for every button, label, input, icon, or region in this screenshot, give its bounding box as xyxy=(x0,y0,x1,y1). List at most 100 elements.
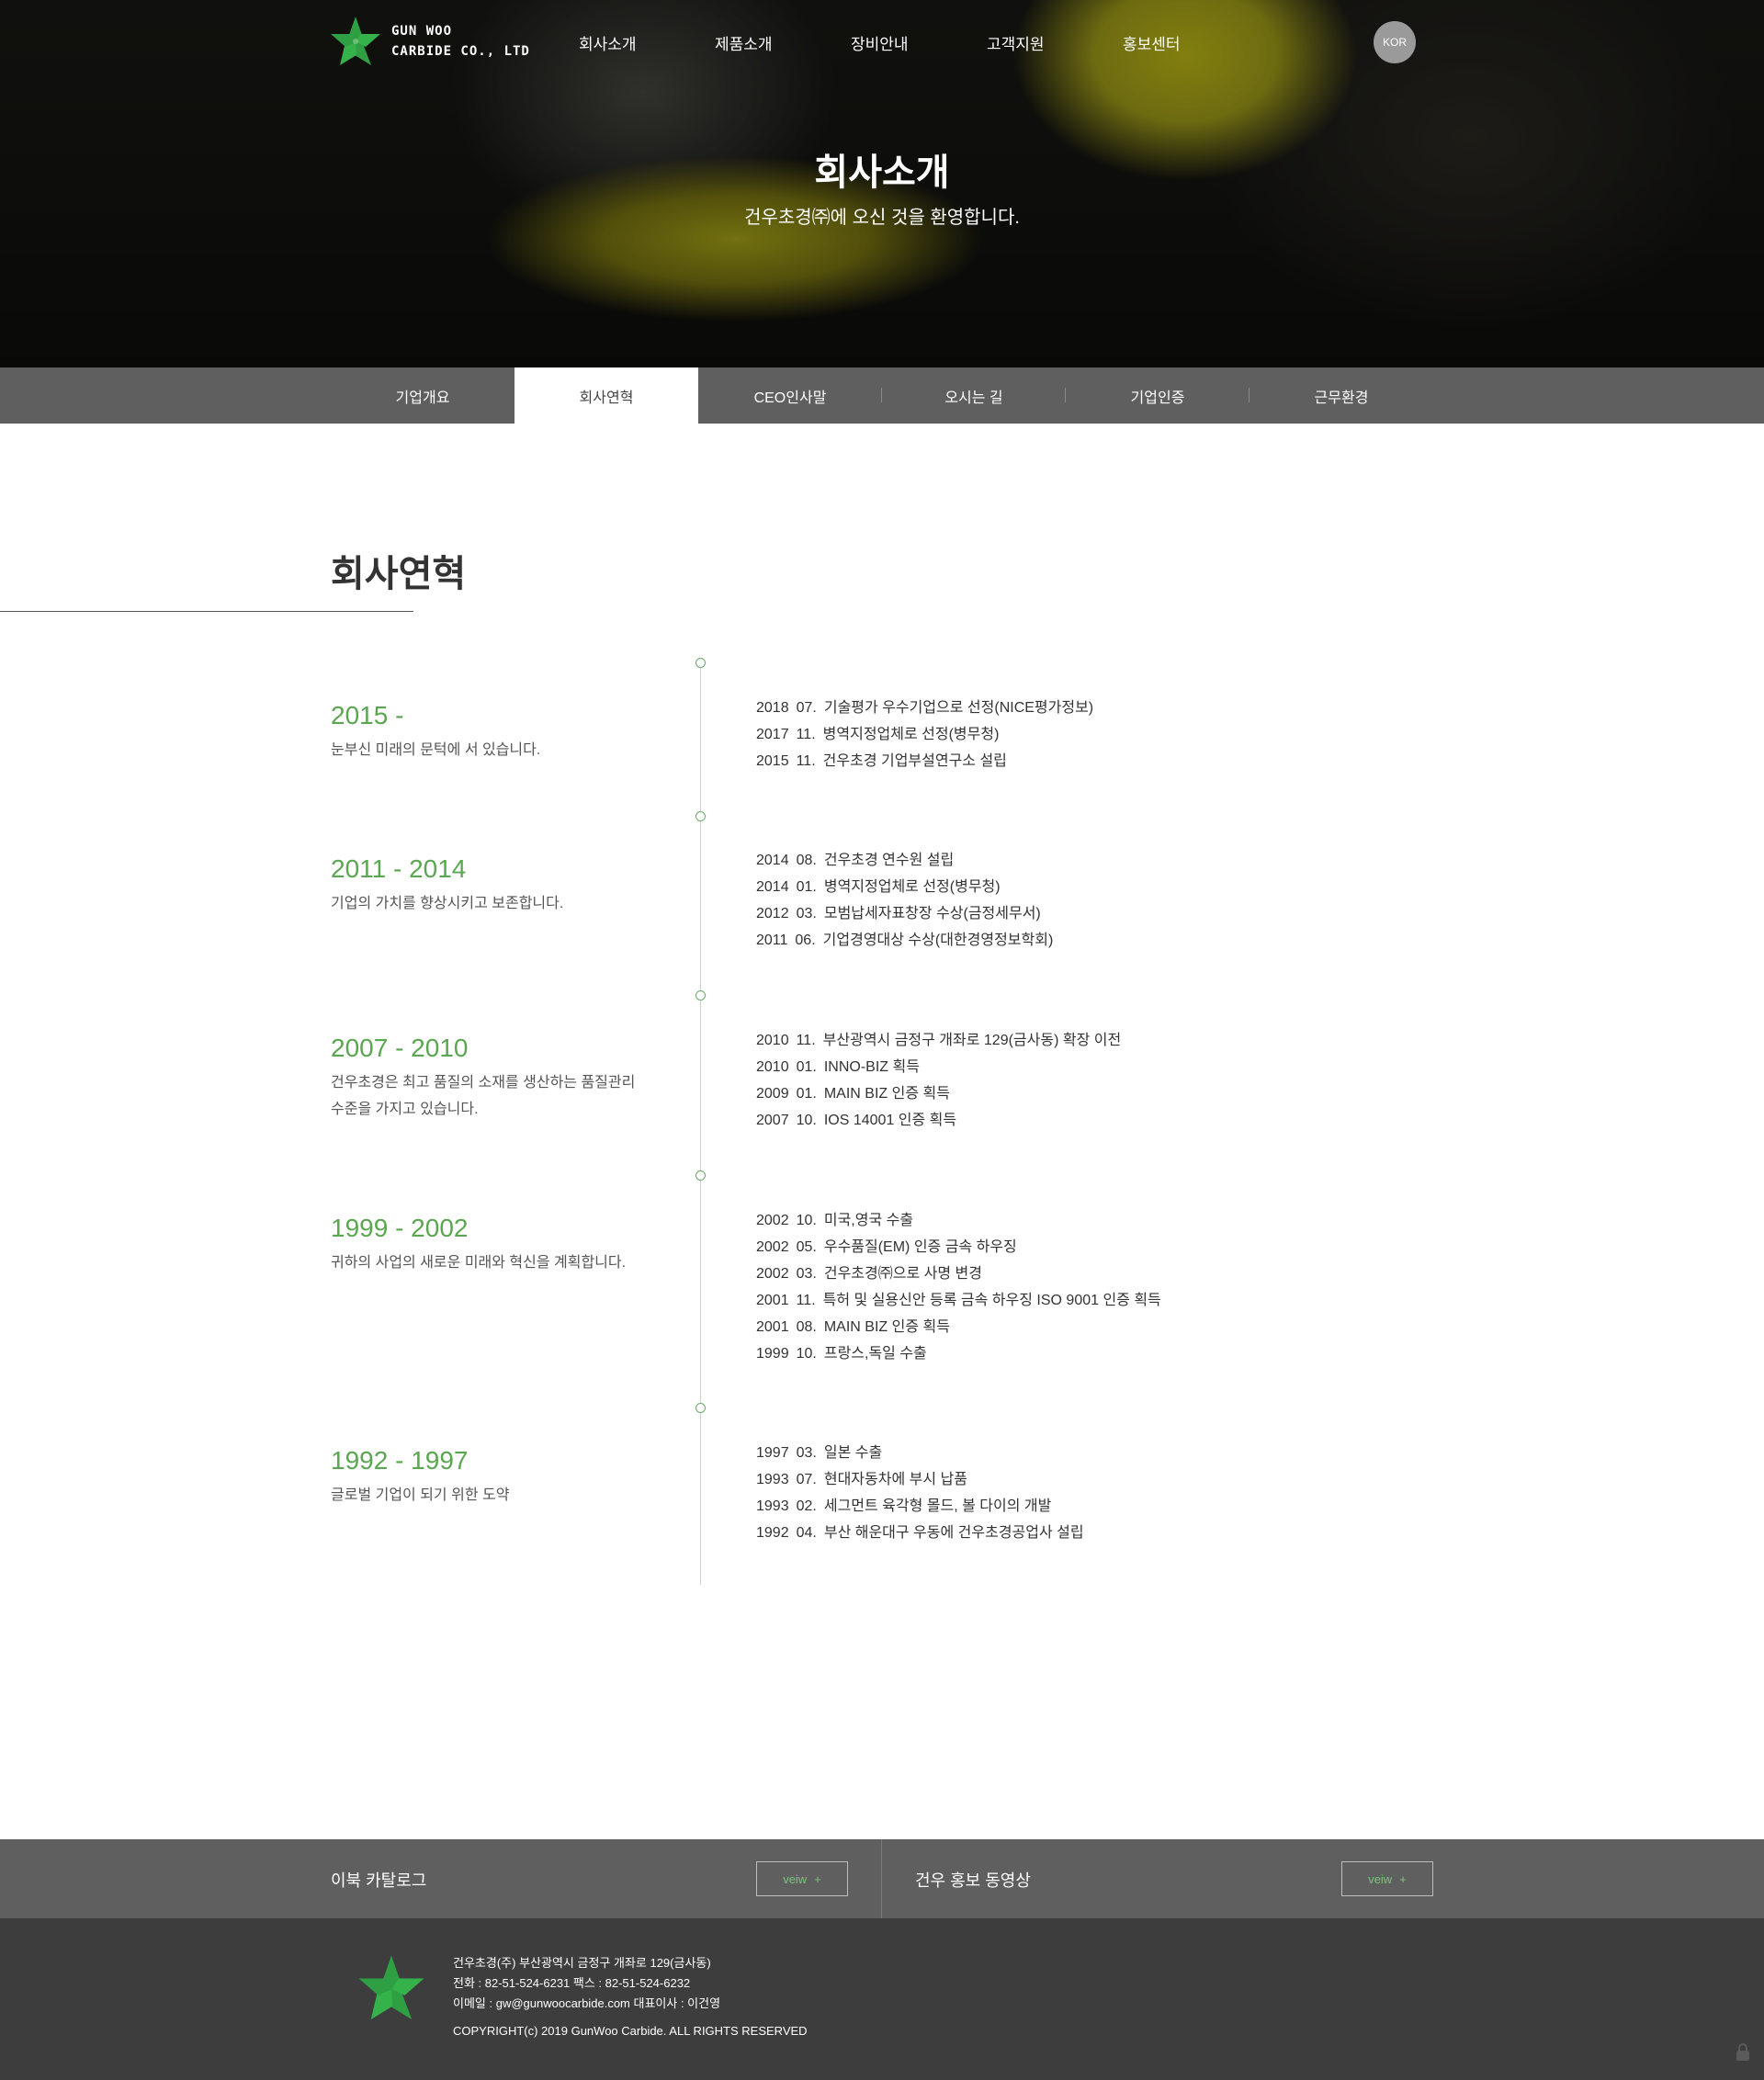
event-year: 2009 xyxy=(756,1086,789,1102)
nav-item-products[interactable]: 제품소개 xyxy=(715,31,773,54)
event-item: 2007 10. IOS 14001 인증 획득 xyxy=(756,1107,1121,1134)
timeline-dot xyxy=(695,1403,706,1413)
event-item: 2011 06. 기업경영대상 수상(대한경영정보학회) xyxy=(756,927,1053,954)
event-text: 건우초경 기업부설연구소 설립 xyxy=(822,753,1007,769)
event-text: 세그먼트 육각형 몰드, 볼 다이의 개발 xyxy=(823,1498,1052,1514)
promo-video-label: 건우 홍보 동영상 xyxy=(915,1871,1031,1890)
hero-banner: GUN WOO CARBIDE CO., LTD 회사소개 제품소개 장비안내 … xyxy=(0,0,1764,367)
view-button-label: veiw xyxy=(783,1871,808,1886)
event-month: 03. xyxy=(796,906,817,921)
period-years: 2011 - 2014 xyxy=(331,854,467,883)
footer-phone: 전화 : 82-51-524-6231 팩스 : 82-51-524-6232 xyxy=(453,1976,691,1990)
nav-item-pr[interactable]: 홍보센터 xyxy=(1123,31,1181,54)
event-text: IOS 14001 인증 획득 xyxy=(823,1113,957,1128)
event-month: 01. xyxy=(796,1086,817,1102)
event-text: 현대자동차에 부시 납품 xyxy=(823,1472,967,1487)
timeline-dot xyxy=(695,658,706,668)
nav-item-company[interactable]: 회사소개 xyxy=(579,31,637,54)
event-year: 2018 xyxy=(756,700,789,716)
event-text: INNO-BIZ 획득 xyxy=(823,1059,920,1075)
event-text: 우수품질(EM) 인증 금속 하우징 xyxy=(823,1239,1017,1255)
event-text: 일본 수출 xyxy=(823,1445,883,1461)
event-text: 모범납세자표창장 수상(금정세무서) xyxy=(823,906,1041,921)
event-item: 1992 04. 부산 해운대구 우동에 건우초경공업사 설립 xyxy=(756,1520,1084,1546)
event-month: 11. xyxy=(796,753,816,769)
video-view-button[interactable]: veiw + xyxy=(1341,1861,1433,1896)
event-month: 11. xyxy=(796,1293,816,1308)
period-description: 건우초경은 최고 품질의 소재를 생산하는 품질관리 수준을 가지고 있습니다. xyxy=(331,1075,636,1117)
event-text: MAIN BIZ 인증 획득 xyxy=(823,1319,950,1335)
ebook-view-button[interactable]: veiw + xyxy=(756,1861,848,1896)
event-item: 2014 01. 병역지정업체로 선정(병무청) xyxy=(756,874,1053,900)
event-item: 1993 02. 세그먼트 육각형 몰드, 볼 다이의 개발 xyxy=(756,1493,1084,1520)
period-years: 1992 - 1997 xyxy=(331,1446,469,1475)
event-text: 병역지정업체로 선정(병무청) xyxy=(823,879,1001,895)
event-month: 11. xyxy=(796,727,816,742)
tab-history[interactable]: 회사연혁 xyxy=(514,367,698,424)
event-text: 프랑스,독일 수출 xyxy=(823,1346,927,1362)
nav-item-equipment[interactable]: 장비안내 xyxy=(851,31,909,54)
main-nav: 회사소개 제품소개 장비안내 고객지원 홍보센터 xyxy=(0,31,1764,53)
event-year: 2002 xyxy=(756,1239,789,1255)
event-item: 1993 07. 현대자동차에 부시 납품 xyxy=(756,1466,1084,1493)
event-month: 06. xyxy=(795,933,816,948)
event-month: 08. xyxy=(796,1319,817,1335)
event-item: 2002 03. 건우초경㈜으로 사명 변경 xyxy=(756,1260,1161,1287)
timeline-period: 2015 - 눈부신 미래의 문턱에 서 있습니다. xyxy=(331,700,652,763)
page-subtitle: 건우초경㈜에 오신 것을 환영합니다. xyxy=(744,208,1020,228)
event-text: 미국,영국 수출 xyxy=(823,1213,914,1228)
nav-item-support[interactable]: 고객지원 xyxy=(987,31,1045,54)
footer-email: 이메일 : gw@gunwoocarbide.com 대표이사 : 이건영 xyxy=(453,1996,721,2010)
timeline-period: 2011 - 2014 기업의 가치를 향상시키고 보존합니다. xyxy=(331,853,652,917)
event-list: 2014 08. 건우초경 연수원 설립 2014 01. 병역지정업체로 선정(병무청… xyxy=(756,847,1053,954)
ebook-catalog-label: 이북 카탈로그 xyxy=(331,1871,427,1890)
event-item: 2009 01. MAIN BIZ 인증 획득 xyxy=(756,1080,1121,1107)
tab-overview[interactable]: 기업개요 xyxy=(331,367,514,424)
tab-certification[interactable]: 기업인증 xyxy=(1066,367,1250,424)
event-year: 2011 xyxy=(756,933,788,948)
event-month: 10. xyxy=(796,1213,817,1228)
event-year: 2012 xyxy=(756,906,789,921)
star-leaf-logo-icon xyxy=(358,1955,424,2020)
event-text: 병역지정업체로 선정(병무청) xyxy=(822,727,1000,742)
event-month: 11. xyxy=(796,1033,816,1048)
event-text: MAIN BIZ 인증 획득 xyxy=(823,1086,950,1102)
event-item: 2018 07. 기술평가 우수기업으로 선정(NICE평가정보) xyxy=(756,695,1093,721)
event-month: 08. xyxy=(796,853,817,868)
event-item: 2010 11. 부산광역시 금정구 개좌로 129(금사동) 확장 이전 xyxy=(756,1027,1121,1054)
event-text: 부산광역시 금정구 개좌로 129(금사동) 확장 이전 xyxy=(822,1033,1122,1048)
site-footer: 건우초경(주) 부산광역시 금정구 개좌로 129(금사동) 전화 : 82-5… xyxy=(0,1918,1764,2080)
event-list: 2018 07. 기술평가 우수기업으로 선정(NICE평가정보) 2017 11. 병… xyxy=(756,695,1093,774)
footer-copyright: COPYRIGHT(c) 2019 GunWoo Carbide. ALL RI… xyxy=(453,2024,808,2038)
event-text: 기술평가 우수기업으로 선정(NICE평가정보) xyxy=(823,700,1094,716)
event-month: 05. xyxy=(796,1239,817,1255)
tab-work-environment[interactable]: 근무환경 xyxy=(1250,367,1433,424)
event-item: 2002 10. 미국,영국 수출 xyxy=(756,1207,1161,1234)
footer-links-divider xyxy=(881,1839,882,1918)
event-month: 01. xyxy=(796,879,817,895)
footer-address: 건우초경(주) 부산광역시 금정구 개좌로 129(금사동) xyxy=(453,1956,711,1970)
event-year: 2014 xyxy=(756,879,789,895)
event-year: 2001 xyxy=(756,1319,789,1335)
lock-icon[interactable] xyxy=(1735,2043,1751,2062)
event-month: 07. xyxy=(796,700,817,716)
footer-links-bar: 이북 카탈로그 veiw + 건우 홍보 동영상 veiw + xyxy=(0,1839,1764,1918)
event-year: 2010 xyxy=(756,1033,789,1048)
event-month: 03. xyxy=(796,1445,817,1461)
timeline-dot xyxy=(695,1170,706,1181)
tab-ceo-message[interactable]: CEO인사말 xyxy=(698,367,882,424)
section-title: 회사연혁 xyxy=(331,554,467,594)
event-text: 부산 해운대구 우동에 건우초경공업사 설립 xyxy=(823,1525,1084,1541)
event-year: 2002 xyxy=(756,1213,789,1228)
timeline-dot xyxy=(695,811,706,821)
plus-icon: + xyxy=(814,1871,821,1886)
event-month: 01. xyxy=(796,1059,817,1075)
language-button[interactable]: KOR xyxy=(1374,21,1416,63)
event-list: 2002 10. 미국,영국 수출 2002 05. 우수품질(EM) 인증 금속 하우… xyxy=(756,1207,1161,1367)
event-item: 2001 11. 특허 및 실용신안 등록 금속 하우징 ISO 9001 인증 획… xyxy=(756,1287,1161,1314)
timeline-period: 1992 - 1997 글로벌 기업이 되기 위한 도약 xyxy=(331,1445,652,1509)
event-month: 03. xyxy=(796,1266,817,1282)
event-item: 1999 10. 프랑스,독일 수출 xyxy=(756,1340,1161,1367)
tab-directions[interactable]: 오시는 길 xyxy=(882,367,1066,424)
event-year: 1992 xyxy=(756,1525,789,1541)
